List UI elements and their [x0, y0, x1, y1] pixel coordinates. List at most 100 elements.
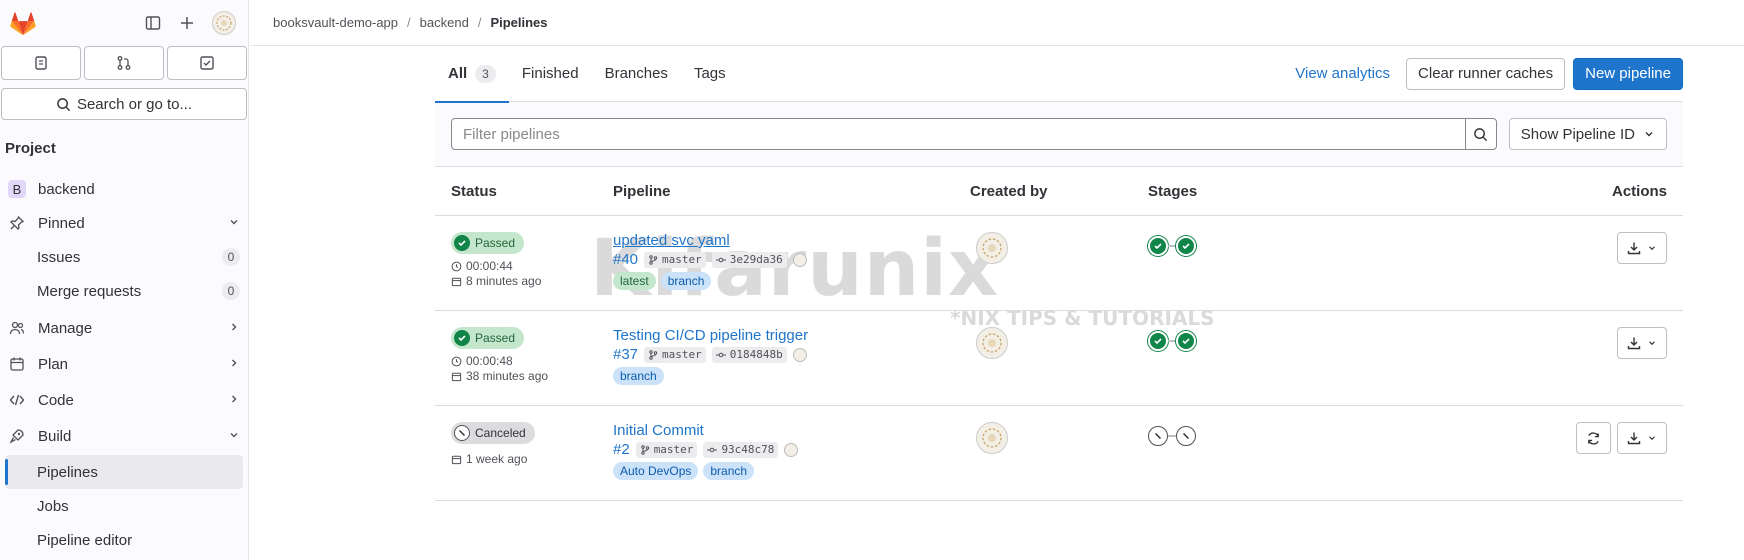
sidebar-item-label: Jobs: [37, 497, 69, 515]
header-stages: Stages: [1148, 182, 1198, 200]
breadcrumb-separator: /: [407, 15, 411, 30]
commit-sha[interactable]: 0184848b: [711, 346, 787, 363]
download-icon: [1627, 242, 1641, 255]
duration-text: 00:00:44: [466, 259, 513, 273]
sidebar-item-project[interactable]: B backend: [0, 172, 248, 206]
tab-branches[interactable]: Branches: [592, 46, 681, 102]
sidebar-item-code[interactable]: Code: [0, 383, 248, 417]
creator-avatar[interactable]: [976, 327, 1008, 359]
duration: 00:00:44: [451, 259, 613, 273]
sidebar-item-plan[interactable]: Plan: [0, 347, 248, 381]
new-pipeline-button[interactable]: New pipeline: [1573, 57, 1683, 90]
pipeline-cell: Testing CI/CD pipeline trigger #37 maste…: [613, 311, 970, 385]
commit-sha[interactable]: 93c48c78: [703, 441, 779, 458]
actions-cell: [1478, 216, 1683, 264]
stage-canceled-icon[interactable]: [1148, 426, 1168, 446]
sidebar-item-merge-requests[interactable]: Merge requests 0: [0, 274, 248, 308]
pipeline-meta: #2 master 93c48c78: [613, 441, 970, 458]
commit-author-avatar[interactable]: [784, 442, 799, 457]
chevron-right-icon: [228, 393, 240, 408]
tab-tags[interactable]: Tags: [681, 46, 739, 102]
sidebar-item-pipeline-editor[interactable]: Pipeline editor: [0, 523, 248, 557]
stages-list: [1148, 236, 1478, 256]
dropdown-label: Show Pipeline ID: [1520, 125, 1635, 143]
sidebar-item-pipelines[interactable]: Pipelines: [5, 455, 243, 489]
retry-button[interactable]: [1576, 422, 1611, 454]
sidebar-toggle-icon[interactable]: [144, 14, 162, 32]
commit-author-avatar[interactable]: [792, 252, 807, 267]
download-artifacts-button[interactable]: [1617, 422, 1667, 454]
commit-author-avatar[interactable]: [792, 347, 807, 362]
search-button[interactable]: Search or go to...: [1, 88, 247, 120]
view-analytics-button[interactable]: View analytics: [1287, 65, 1398, 82]
chevron-down-icon: [1649, 436, 1655, 441]
pipeline-id-link[interactable]: #2: [613, 441, 630, 458]
commit-sha[interactable]: 3e29da36: [711, 251, 787, 268]
sidebar-item-manage[interactable]: Manage: [0, 311, 248, 345]
todos-button[interactable]: [167, 46, 247, 80]
pin-icon: [8, 215, 26, 231]
pipeline-title-link[interactable]: Initial Commit: [613, 422, 704, 439]
pipeline-title-link[interactable]: updated svc yaml: [613, 232, 730, 249]
filter-search-button[interactable]: [1464, 118, 1497, 150]
stage-passed-icon[interactable]: [1148, 331, 1168, 351]
breadcrumb-current[interactable]: Pipelines: [490, 15, 547, 30]
creator-cell: [970, 311, 1148, 359]
filter-pipelines-input[interactable]: Filter pipelines: [451, 118, 1465, 150]
sidebar-item-issues[interactable]: Issues 0: [0, 240, 248, 274]
branch-icon: [649, 254, 658, 265]
branch-ref[interactable]: master: [644, 346, 706, 363]
stages-list: [1148, 426, 1478, 446]
gitlab-logo-icon[interactable]: [8, 8, 38, 38]
download-icon: [1627, 337, 1641, 350]
sidebar-item-pinned[interactable]: Pinned: [0, 206, 248, 240]
stage-passed-icon[interactable]: [1176, 236, 1196, 256]
status-cell: Canceled 1 week ago: [435, 406, 613, 466]
assigned-issues-button[interactable]: [1, 46, 81, 80]
stage-passed-icon[interactable]: [1148, 236, 1168, 256]
clock-icon: [451, 356, 462, 366]
calendar-icon: [451, 455, 462, 464]
sidebar-item-jobs[interactable]: Jobs: [0, 489, 248, 523]
table-header: Status Pipeline Created by Stages Action…: [435, 167, 1683, 216]
tab-finished[interactable]: Finished: [509, 46, 592, 102]
actions-cell: [1478, 406, 1683, 454]
actions-cell: [1478, 311, 1683, 359]
chevron-down-icon: [1645, 132, 1653, 137]
clear-runner-caches-button[interactable]: Clear runner caches: [1406, 57, 1566, 90]
pipeline-id-link[interactable]: #37: [613, 346, 638, 363]
stage-connector: [1168, 435, 1176, 437]
pipeline-id-link[interactable]: #40: [613, 251, 638, 268]
status-badge[interactable]: Passed: [451, 232, 525, 254]
breadcrumb-item[interactable]: backend: [420, 15, 469, 30]
pipeline-tags: Auto DevOps branch: [613, 462, 970, 480]
status-passed-icon: [454, 235, 470, 251]
code-icon: [8, 392, 26, 408]
download-artifacts-button[interactable]: [1617, 232, 1667, 264]
plus-icon[interactable]: [178, 14, 196, 32]
sidebar-item-build[interactable]: Build: [0, 419, 248, 453]
download-artifacts-button[interactable]: [1617, 327, 1667, 359]
status-badge[interactable]: Canceled: [451, 422, 535, 444]
stage-passed-icon[interactable]: [1176, 331, 1196, 351]
creator-avatar[interactable]: [976, 422, 1008, 454]
commit-icon: [707, 447, 718, 452]
tab-all[interactable]: All 3: [435, 46, 509, 103]
stages-cell: [1148, 406, 1478, 446]
breadcrumb-item[interactable]: booksvault-demo-app: [273, 15, 398, 30]
issues-icon: [35, 56, 47, 70]
status-cell: Passed 00:00:44 8 minutes ago: [435, 216, 613, 288]
show-pipeline-id-dropdown[interactable]: Show Pipeline ID: [1508, 118, 1667, 150]
merge-requests-button[interactable]: [84, 46, 164, 80]
branch-ref[interactable]: master: [644, 251, 706, 268]
main-content: All 3 Finished Branches Tags View analyt…: [435, 46, 1683, 501]
creator-avatar[interactable]: [976, 232, 1008, 264]
header-status: Status: [451, 182, 497, 200]
status-badge[interactable]: Passed: [451, 327, 525, 349]
stage-canceled-icon[interactable]: [1176, 426, 1196, 446]
user-avatar[interactable]: [212, 11, 236, 35]
header-created-by: Created by: [970, 182, 1048, 200]
stages-cell: [1148, 216, 1478, 256]
pipeline-title-link[interactable]: Testing CI/CD pipeline trigger: [613, 327, 808, 344]
branch-ref[interactable]: master: [635, 441, 698, 458]
